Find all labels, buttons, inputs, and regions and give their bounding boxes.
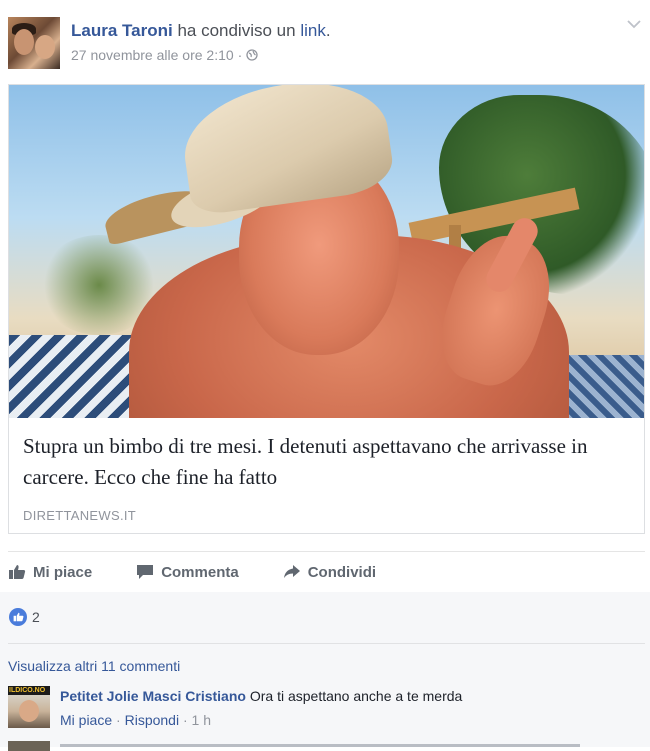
comment-body: Petitet Jolie Masci Cristiano Ora ti asp… bbox=[60, 688, 462, 704]
comments-section: 2 Visualizza altri 11 commenti ILDICO.NO… bbox=[0, 592, 650, 751]
divider bbox=[8, 551, 645, 552]
post-header: Laura Taroni ha condiviso un link. bbox=[71, 21, 331, 41]
reaction-summary[interactable]: 2 bbox=[9, 608, 40, 626]
comment-text: Ora ti aspettano anche a te merda bbox=[249, 688, 463, 704]
avatar-face bbox=[19, 700, 39, 722]
photo-towel bbox=[9, 335, 139, 418]
thumbs-up-icon bbox=[9, 565, 26, 579]
avatar-face-left bbox=[14, 29, 34, 55]
chevron-down-icon[interactable] bbox=[626, 18, 642, 30]
action-end: . bbox=[325, 21, 331, 40]
comment-label: Commenta bbox=[161, 563, 239, 581]
share-arrow-icon bbox=[283, 565, 300, 578]
post-card: Laura Taroni ha condiviso un link. 27 no… bbox=[0, 0, 650, 751]
share-label: Condividi bbox=[307, 563, 377, 581]
action-bar: Mi piace Commenta Condividi bbox=[8, 559, 420, 585]
post-timestamp[interactable]: 27 novembre alle ore 2:10 bbox=[71, 47, 234, 63]
comment-icon bbox=[137, 565, 154, 579]
meta-dot: · bbox=[116, 712, 121, 728]
author-name-link[interactable]: Laura Taroni bbox=[71, 21, 173, 40]
comment-meta: Mi piace · Rispondi · 1 h bbox=[60, 712, 211, 728]
preview-photo[interactable] bbox=[9, 85, 644, 418]
comment-time[interactable]: 1 h bbox=[192, 712, 211, 728]
reaction-count: 2 bbox=[32, 609, 40, 625]
meta-dot: · bbox=[237, 47, 243, 63]
view-more-comments-link[interactable]: Visualizza altri 11 commenti bbox=[8, 658, 180, 674]
comment-button[interactable]: Commenta bbox=[136, 564, 239, 581]
like-icon bbox=[9, 608, 27, 626]
commenter-name-link[interactable]: Petitet Jolie Masci Cristiano bbox=[60, 688, 246, 704]
next-commenter-avatar-cropped[interactable] bbox=[8, 741, 50, 751]
preview-domain: DIRETTANEWS.IT bbox=[23, 508, 137, 523]
link-preview[interactable]: Stupra un bimbo di tre mesi. I detenuti … bbox=[8, 84, 645, 534]
comment-reply-link[interactable]: Rispondi bbox=[125, 712, 179, 728]
post-meta: 27 novembre alle ore 2:10 · bbox=[71, 47, 258, 63]
avatar-badge-text: ILDICO.NO bbox=[9, 687, 46, 694]
divider bbox=[8, 643, 645, 644]
next-comment-cropped bbox=[60, 740, 580, 750]
avatar-face-right bbox=[35, 35, 55, 59]
shared-link-word[interactable]: link bbox=[300, 21, 326, 40]
globe-icon[interactable] bbox=[246, 49, 258, 61]
commenter-avatar[interactable]: ILDICO.NO bbox=[8, 686, 50, 728]
comment-like-link[interactable]: Mi piace bbox=[60, 712, 112, 728]
share-button[interactable]: Condividi bbox=[283, 564, 376, 581]
action-verb: ha condiviso un bbox=[177, 21, 296, 40]
author-avatar[interactable] bbox=[8, 17, 60, 69]
like-button[interactable]: Mi piace bbox=[8, 564, 92, 581]
preview-title[interactable]: Stupra un bimbo di tre mesi. I detenuti … bbox=[23, 431, 628, 493]
like-label: Mi piace bbox=[33, 563, 93, 581]
meta-dot: · bbox=[182, 712, 188, 728]
